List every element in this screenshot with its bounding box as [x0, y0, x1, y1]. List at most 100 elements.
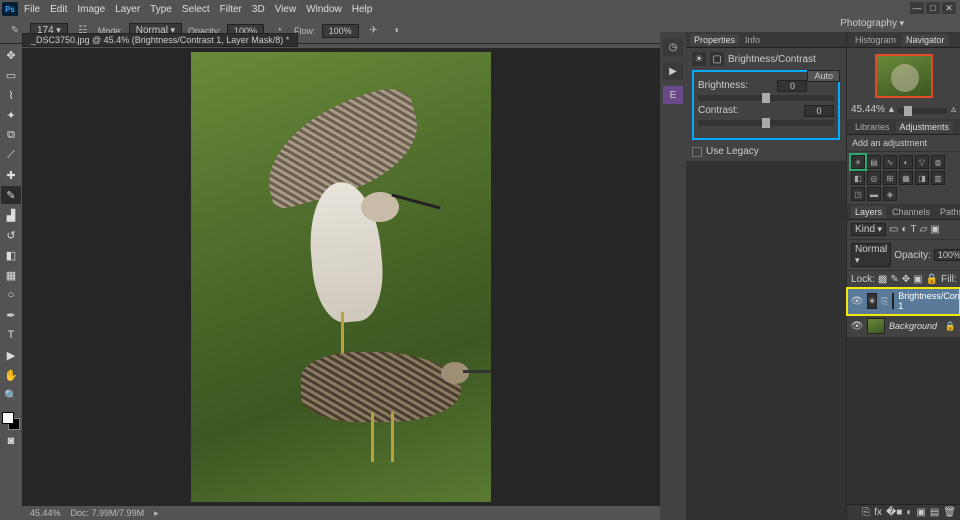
tab-info[interactable]: Info: [741, 34, 764, 46]
history-brush-tool[interactable]: ↺: [1, 226, 21, 244]
menu-file[interactable]: File: [24, 4, 40, 15]
layer-name[interactable]: Brightness/Contrast 1: [898, 291, 960, 311]
filter-shape-icon[interactable]: ▱: [920, 224, 928, 235]
layer-mask-add-icon[interactable]: �■: [886, 507, 902, 518]
lock-all-icon[interactable]: 🔒: [926, 274, 938, 285]
tab-libraries[interactable]: Libraries: [851, 121, 894, 133]
menu-select[interactable]: Select: [182, 4, 210, 15]
airbrush-icon[interactable]: ✈: [365, 22, 383, 40]
layer-mask-thumbnail[interactable]: [892, 293, 894, 309]
adj-color-lookup-icon[interactable]: ▦: [899, 171, 913, 185]
lasso-tool[interactable]: ⌇: [1, 86, 21, 104]
layer-visibility-icon[interactable]: 👁: [851, 295, 863, 307]
zoom-out-icon[interactable]: ▴: [889, 104, 894, 115]
pressure-size-icon[interactable]: ◐: [389, 22, 407, 40]
brush-tool[interactable]: ✎: [1, 186, 21, 204]
new-adjustment-icon[interactable]: ◐: [906, 507, 912, 518]
adj-bw-icon[interactable]: ◧: [851, 171, 865, 185]
adj-gradient-map-icon[interactable]: ▬: [867, 187, 881, 201]
status-chevron-icon[interactable]: ▸: [154, 508, 159, 519]
mask-icon[interactable]: ▢: [710, 52, 724, 66]
navigator-thumbnail[interactable]: [875, 54, 933, 98]
menu-window[interactable]: Window: [306, 4, 342, 15]
dodge-tool[interactable]: ○: [1, 286, 21, 304]
layer-name[interactable]: Background: [889, 321, 937, 331]
lock-pixels-icon[interactable]: ✎: [890, 274, 898, 285]
menu-layer[interactable]: Layer: [115, 4, 140, 15]
window-close[interactable]: ✕: [942, 2, 956, 14]
navigator-zoom-slider[interactable]: [898, 108, 947, 114]
adj-threshold-icon[interactable]: ◳: [851, 187, 865, 201]
layer-thumbnail[interactable]: [867, 318, 885, 334]
adj-photo-filter-icon[interactable]: ◎: [867, 171, 881, 185]
eyedropper-tool[interactable]: ⟋: [1, 146, 21, 164]
layer-fx-icon[interactable]: fx: [874, 507, 882, 518]
adj-hue-icon[interactable]: ◍: [931, 155, 945, 169]
gradient-tool[interactable]: ▦: [1, 266, 21, 284]
layer-adj-thumbnail[interactable]: ☀: [867, 293, 877, 309]
adj-vibrance-icon[interactable]: ▽: [915, 155, 929, 169]
delete-layer-icon[interactable]: 🗑: [943, 507, 956, 518]
path-select-tool[interactable]: ▶: [1, 346, 21, 364]
filter-smart-icon[interactable]: ▣: [930, 224, 939, 235]
document-tab[interactable]: _DSC3750.jpg @ 45.4% (Brightness/Contras…: [22, 33, 298, 47]
tab-navigator[interactable]: Navigator: [902, 34, 949, 46]
zoom-in-icon[interactable]: ▵: [951, 104, 956, 115]
menu-image[interactable]: Image: [77, 4, 105, 15]
hand-tool[interactable]: ✋: [1, 366, 21, 384]
menu-view[interactable]: View: [275, 4, 297, 15]
filter-type-icon[interactable]: T: [911, 224, 917, 235]
contrast-value[interactable]: 0: [804, 105, 834, 117]
tab-histogram[interactable]: Histogram: [851, 34, 900, 46]
tab-channels[interactable]: Channels: [888, 206, 934, 218]
use-legacy-checkbox[interactable]: Use Legacy: [692, 146, 840, 157]
link-icon[interactable]: ⎘: [881, 296, 888, 307]
type-tool[interactable]: T: [1, 326, 21, 344]
adj-channel-mixer-icon[interactable]: ⊞: [883, 171, 897, 185]
document-canvas[interactable]: [191, 52, 491, 502]
layer-row-adjustment[interactable]: 👁 ☀ ⎘ Brightness/Contrast 1: [847, 288, 960, 315]
history-icon[interactable]: ◷: [663, 38, 683, 56]
zoom-level[interactable]: 45.44%: [30, 508, 61, 518]
link-layers-icon[interactable]: ⎘: [862, 507, 870, 518]
menu-filter[interactable]: Filter: [220, 4, 242, 15]
stamp-tool[interactable]: ▟: [1, 206, 21, 224]
adj-curves-icon[interactable]: ∿: [883, 155, 897, 169]
auto-button[interactable]: Auto: [807, 70, 840, 82]
workspace-switcher[interactable]: Photography ▾: [840, 18, 904, 29]
adj-invert-icon[interactable]: ◨: [915, 171, 929, 185]
adj-selective-color-icon[interactable]: ◈: [883, 187, 897, 201]
libraries-icon[interactable]: E: [663, 86, 683, 104]
crop-tool[interactable]: ⧉: [1, 126, 21, 144]
adj-exposure-icon[interactable]: ◐: [899, 155, 913, 169]
color-swatches[interactable]: [2, 412, 20, 430]
filter-adj-icon[interactable]: ◐: [902, 224, 908, 235]
tab-layers[interactable]: Layers: [851, 206, 886, 218]
contrast-slider[interactable]: [698, 120, 834, 126]
brightness-slider[interactable]: [698, 95, 834, 101]
adj-levels-icon[interactable]: ▤: [867, 155, 881, 169]
window-maximize[interactable]: □: [926, 2, 940, 14]
doc-size[interactable]: Doc: 7.99M/7.99M: [71, 508, 145, 518]
tab-properties[interactable]: Properties: [690, 34, 739, 46]
lock-artboard-icon[interactable]: ▣: [913, 274, 922, 285]
new-layer-icon[interactable]: ▤: [930, 507, 939, 518]
filter-pixel-icon[interactable]: ▭: [889, 224, 898, 235]
menu-type[interactable]: Type: [150, 4, 172, 15]
pen-tool[interactable]: ✒: [1, 306, 21, 324]
layer-opacity-value[interactable]: 100%: [934, 249, 960, 261]
menu-edit[interactable]: Edit: [50, 4, 67, 15]
tab-adjustments[interactable]: Adjustments: [896, 121, 954, 133]
lock-transparency-icon[interactable]: ▩: [878, 274, 887, 285]
window-minimize[interactable]: —: [910, 2, 924, 14]
tab-paths[interactable]: Paths: [936, 206, 960, 218]
navigator-zoom-value[interactable]: 45.44%: [851, 104, 885, 115]
menu-help[interactable]: Help: [352, 4, 373, 15]
layer-filter-kind[interactable]: Kind ▾: [851, 223, 886, 236]
quick-mask-icon[interactable]: ◙: [1, 432, 21, 450]
layer-visibility-icon[interactable]: 👁: [851, 320, 863, 332]
lock-position-icon[interactable]: ✥: [902, 274, 910, 285]
layer-row-background[interactable]: 👁 Background 🔒: [847, 315, 960, 338]
menu-3d[interactable]: 3D: [252, 4, 265, 15]
adj-brightness-icon[interactable]: ☀: [851, 155, 865, 169]
